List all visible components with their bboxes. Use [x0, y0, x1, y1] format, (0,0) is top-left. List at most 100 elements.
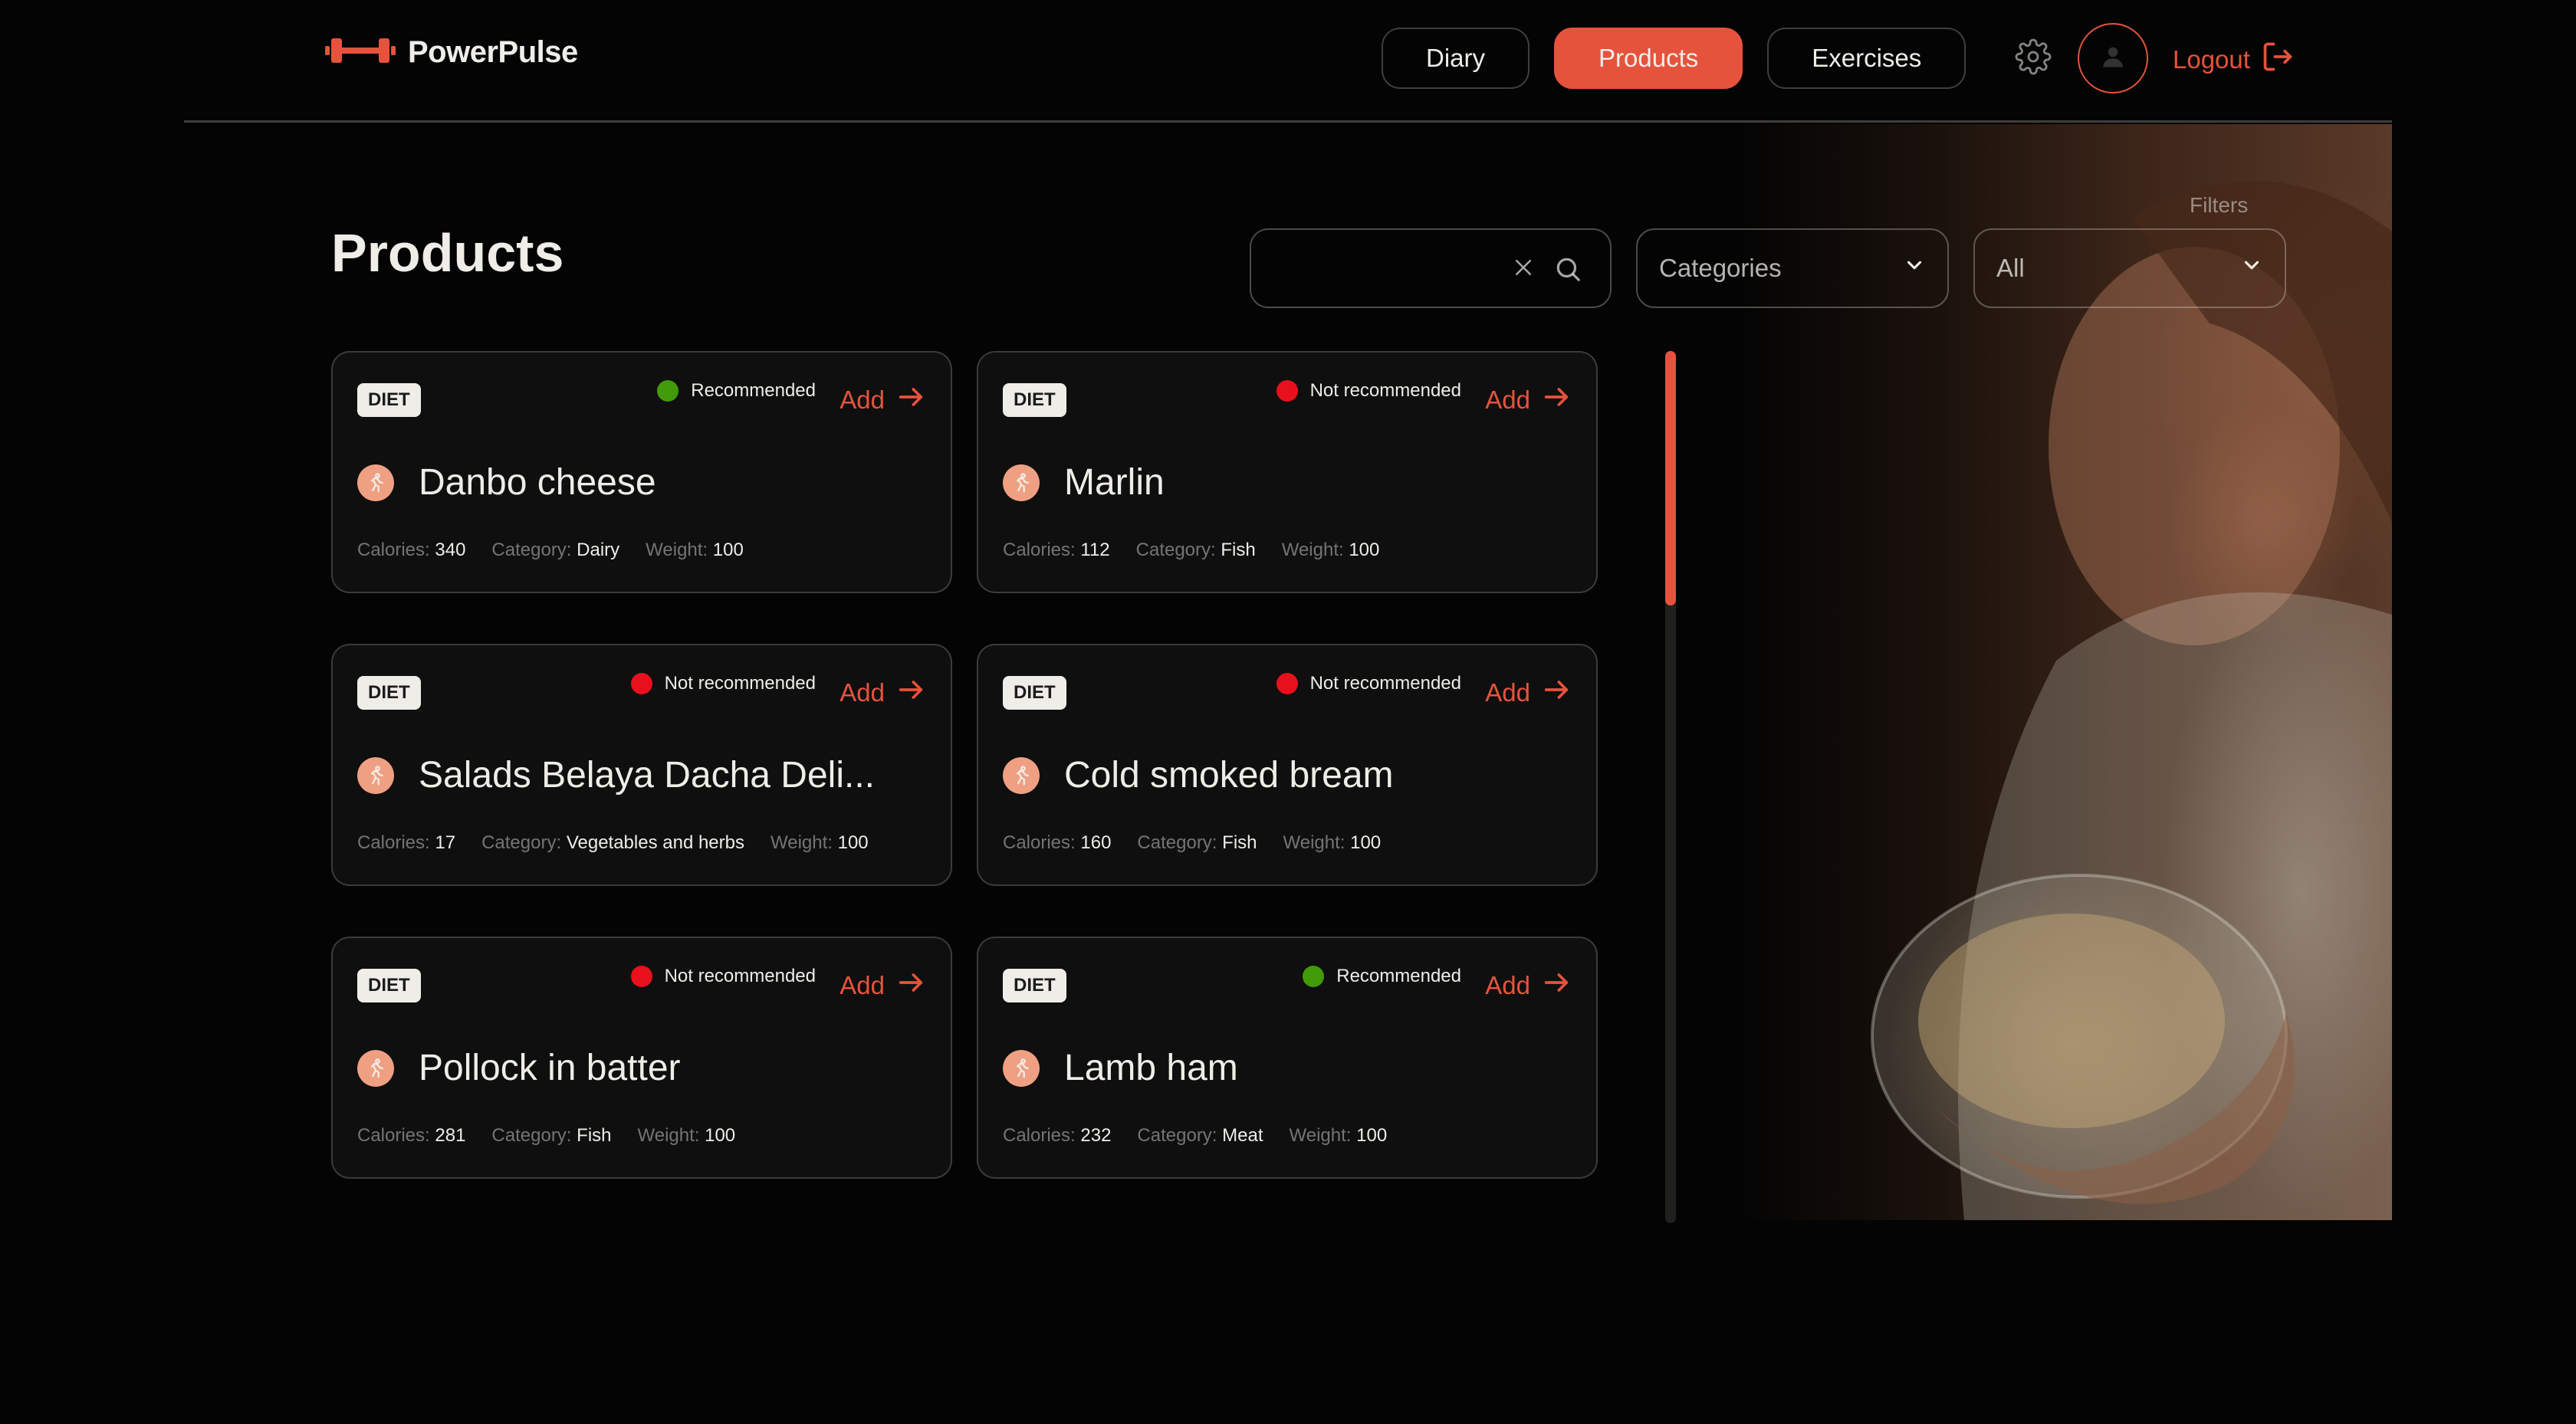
recommended-select[interactable]: All: [1973, 228, 2286, 308]
categories-select[interactable]: Categories: [1636, 228, 1949, 308]
add-label: Add: [1485, 386, 1530, 414]
status-badge: Not recommended: [630, 673, 816, 694]
product-name: Danbo cheese: [419, 462, 656, 503]
logout-label: Logout: [2173, 45, 2250, 74]
status-text: Recommended: [1336, 966, 1461, 986]
category-label: Category:: [1135, 540, 1216, 560]
add-label: Add: [1485, 678, 1530, 707]
category-label: Category:: [491, 1125, 572, 1146]
add-button[interactable]: Add: [1485, 967, 1572, 1004]
not-recommended-dot: [1276, 380, 1298, 402]
product-card: DIET Not recommended Add Cold smoked bre…: [977, 644, 1598, 886]
header: PowerPulse Diary Products Exercises Logo…: [184, 0, 2392, 123]
product-meta: Calories: 112 Category: Fish Weight: 100: [1003, 540, 1379, 561]
weight-value: 100: [705, 1125, 736, 1146]
status-badge: Not recommended: [1276, 380, 1461, 402]
weight-label: Weight:: [770, 832, 833, 853]
product-name: Marlin: [1064, 462, 1165, 503]
product-meta: Calories: 281 Category: Fish Weight: 100: [357, 1125, 735, 1147]
add-button[interactable]: Add: [1485, 382, 1572, 418]
category-label: Category:: [1137, 832, 1217, 853]
page-title: Products: [331, 223, 564, 283]
nav-diary[interactable]: Diary: [1382, 28, 1530, 89]
calories-value: 160: [1080, 832, 1112, 853]
status-text: Not recommended: [1309, 673, 1461, 694]
main-nav: Diary Products Exercises: [1382, 28, 1967, 89]
product-name: Lamb ham: [1064, 1048, 1238, 1088]
user-icon: [2099, 43, 2127, 74]
search-field[interactable]: [1250, 228, 1612, 308]
weight-label: Weight:: [1283, 832, 1346, 853]
product-name: Salads Belaya Dacha Deli...: [419, 755, 875, 796]
arrow-right-icon: [895, 674, 926, 711]
status-text: Recommended: [691, 380, 816, 401]
runner-icon: [1003, 464, 1040, 501]
calories-value: 340: [435, 540, 466, 560]
logo[interactable]: PowerPulse: [325, 35, 578, 70]
category-label: Category:: [491, 540, 572, 560]
runner-icon: [357, 464, 394, 501]
product-card: DIET Recommended Add Lamb ham Calories: …: [977, 937, 1598, 1179]
calories-label: Calories:: [1003, 540, 1076, 560]
calories-label: Calories:: [357, 1125, 430, 1146]
categories-select-value: Categories: [1659, 254, 1782, 282]
add-button[interactable]: Add: [840, 967, 926, 1004]
recommended-dot: [1303, 966, 1325, 987]
category-label: Category:: [1137, 1125, 1217, 1146]
product-meta: Calories: 160 Category: Fish Weight: 100: [1003, 832, 1381, 854]
add-label: Add: [840, 971, 885, 999]
recommended-dot: [657, 380, 679, 402]
add-label: Add: [1485, 971, 1530, 999]
calories-value: 281: [435, 1125, 466, 1146]
add-button[interactable]: Add: [1485, 674, 1572, 711]
avatar[interactable]: [2078, 23, 2148, 94]
add-button[interactable]: Add: [840, 674, 926, 711]
status-text: Not recommended: [664, 673, 816, 694]
calories-label: Calories:: [357, 832, 430, 853]
category-value: Meat: [1222, 1125, 1263, 1146]
diet-badge: DIET: [357, 383, 421, 417]
product-title: Marlin: [1003, 461, 1165, 504]
product-card: DIET Not recommended Add Marlin Calories…: [977, 351, 1598, 593]
product-name: Cold smoked bream: [1064, 755, 1394, 796]
arrow-right-icon: [1541, 674, 1572, 711]
gear-icon[interactable]: [2015, 38, 2052, 79]
product-title: Salads Belaya Dacha Deli...: [357, 754, 875, 796]
not-recommended-dot: [630, 966, 652, 987]
category-label: Category:: [481, 832, 562, 853]
logout-icon: [2261, 40, 2295, 80]
recommended-select-value: All: [1996, 254, 2025, 282]
calories-label: Calories:: [1003, 1125, 1076, 1146]
category-value: Fish: [1221, 540, 1256, 560]
add-label: Add: [840, 678, 885, 707]
logout-button[interactable]: Logout: [2173, 40, 2295, 80]
close-icon[interactable]: [1512, 256, 1535, 283]
product-meta: Calories: 340 Category: Dairy Weight: 10…: [357, 540, 744, 561]
add-button[interactable]: Add: [840, 382, 926, 418]
weight-label: Weight:: [1281, 540, 1344, 560]
not-recommended-dot: [630, 673, 652, 694]
scrollbar-thumb[interactable]: [1665, 351, 1676, 605]
weight-label: Weight:: [637, 1125, 700, 1146]
search-input[interactable]: [1270, 245, 1526, 293]
weight-value: 100: [837, 832, 869, 853]
calories-label: Calories:: [1003, 832, 1076, 853]
status-badge: Not recommended: [1276, 673, 1461, 694]
weight-value: 100: [712, 540, 744, 560]
product-meta: Calories: 232 Category: Meat Weight: 100: [1003, 1125, 1387, 1147]
status-text: Not recommended: [1309, 380, 1461, 401]
arrow-right-icon: [895, 967, 926, 1004]
nav-exercises[interactable]: Exercises: [1767, 28, 1967, 89]
nav-products[interactable]: Products: [1554, 28, 1743, 89]
status-badge: Recommended: [657, 380, 816, 402]
category-value: Fish: [1222, 832, 1257, 853]
arrow-right-icon: [895, 382, 926, 418]
product-title: Lamb ham: [1003, 1047, 1238, 1089]
calories-value: 112: [1080, 540, 1110, 560]
arrow-right-icon: [1541, 967, 1572, 1004]
product-title: Pollock in batter: [357, 1047, 681, 1089]
category-value: Dairy: [577, 540, 620, 560]
category-value: Fish: [577, 1125, 612, 1146]
weight-label: Weight:: [646, 540, 708, 560]
search-icon[interactable]: [1553, 254, 1582, 287]
